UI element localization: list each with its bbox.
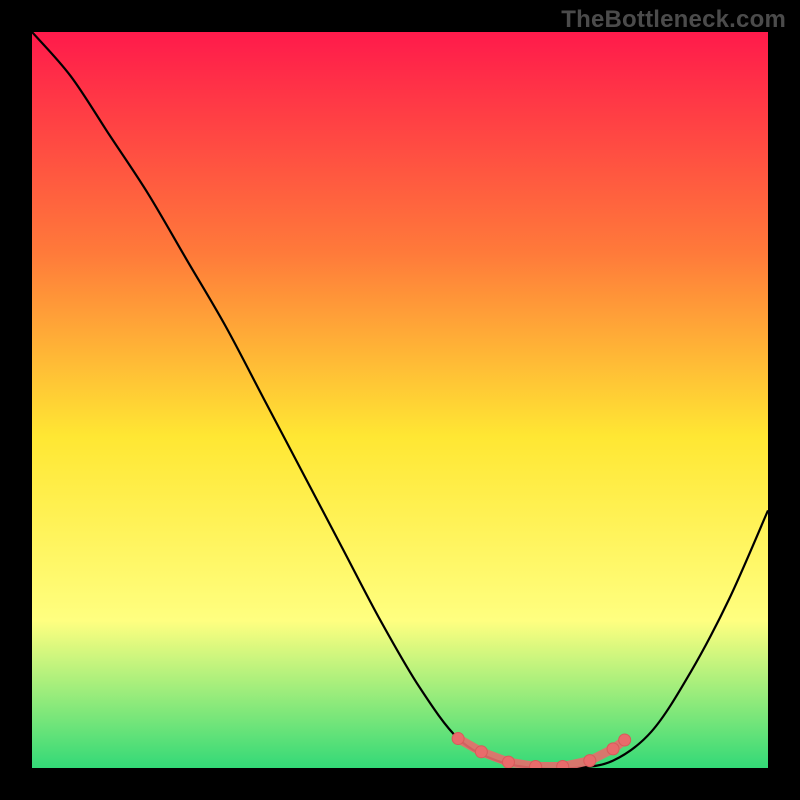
optimal-marker [530, 761, 542, 768]
optimal-marker [607, 743, 619, 755]
gradient-background [32, 32, 768, 768]
chart-frame: TheBottleneck.com [0, 0, 800, 800]
optimal-marker [557, 761, 569, 768]
plot-area [32, 32, 768, 768]
optimal-marker [619, 734, 631, 746]
chart-svg [32, 32, 768, 768]
optimal-marker [475, 746, 487, 758]
optimal-marker [502, 756, 514, 768]
optimal-marker [452, 733, 464, 745]
optimal-marker [584, 755, 596, 767]
watermark-text: TheBottleneck.com [561, 6, 786, 34]
